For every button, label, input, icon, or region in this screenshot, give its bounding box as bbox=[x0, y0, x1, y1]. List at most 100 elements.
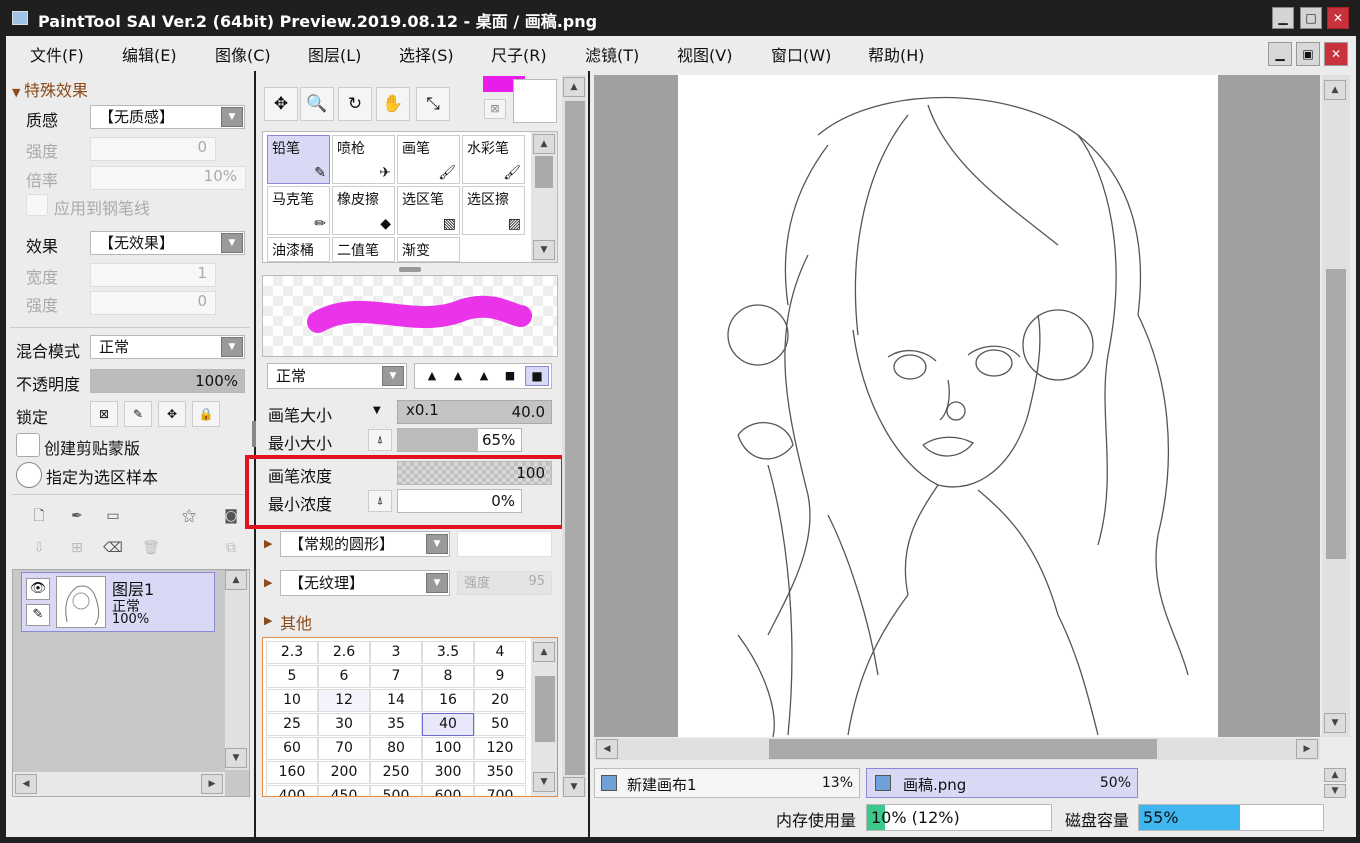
size-preset-button[interactable]: 9 bbox=[474, 665, 526, 688]
menu-file[interactable]: 文件(F) bbox=[30, 42, 84, 66]
menu-help[interactable]: 帮助(H) bbox=[868, 42, 925, 66]
expand-arrow-icon[interactable]: ▶ bbox=[264, 537, 272, 550]
clip-mask-checkbox[interactable] bbox=[16, 433, 40, 457]
effects-header[interactable]: ▼ 特殊效果 bbox=[12, 77, 88, 101]
chevron-down-icon[interactable]: ▼ bbox=[221, 233, 243, 253]
size-preset-button[interactable]: 200 bbox=[318, 761, 370, 784]
size-preset-button[interactable]: 6 bbox=[318, 665, 370, 688]
tip-sharp-icon[interactable]: ▲ bbox=[421, 367, 443, 385]
min-size-slider[interactable]: 65% bbox=[397, 428, 522, 452]
brush-watercolor[interactable]: 水彩笔 🖌 bbox=[462, 135, 525, 184]
menu-view[interactable]: 视图(V) bbox=[677, 42, 732, 66]
chevron-down-icon[interactable]: ▼ bbox=[382, 366, 404, 386]
brush-shape-param[interactable] bbox=[457, 531, 552, 557]
brush-grid-resize-grip[interactable] bbox=[399, 267, 421, 272]
scroll-down-icon[interactable]: ▼ bbox=[225, 748, 247, 768]
scroll-right-icon[interactable]: ▶ bbox=[201, 774, 223, 794]
size-preset-button[interactable]: 3.5 bbox=[422, 641, 474, 664]
scroll-down-icon[interactable]: ▼ bbox=[533, 772, 555, 792]
texture-strength-field[interactable]: 强度 95 bbox=[457, 571, 552, 595]
layer-item[interactable]: 👁 ✎ 图层1 正常 100% bbox=[21, 572, 215, 632]
lock-transparency-icon[interactable]: ⊠ bbox=[90, 401, 118, 427]
canvas-hscroll-thumb[interactable] bbox=[769, 739, 1157, 759]
trash-icon[interactable]: 🗑 bbox=[140, 537, 162, 559]
size-preset-button[interactable]: 400 bbox=[266, 785, 318, 796]
lock-move-icon[interactable]: ✥ bbox=[158, 401, 186, 427]
size-scroll-thumb[interactable] bbox=[535, 676, 555, 742]
scroll-right-icon[interactable]: ▶ bbox=[1296, 739, 1318, 759]
size-preset-button[interactable]: 300 bbox=[422, 761, 474, 784]
chevron-down-icon[interactable]: ▼ bbox=[221, 107, 243, 127]
menu-select[interactable]: 选择(S) bbox=[399, 42, 454, 66]
size-preset-button[interactable]: 20 bbox=[474, 689, 526, 712]
menu-ruler[interactable]: 尺子(R) bbox=[491, 42, 547, 66]
size-preset-button[interactable]: 160 bbox=[266, 761, 318, 784]
tabs-scroll-up-icon[interactable]: ▲ bbox=[1324, 768, 1346, 782]
selection-sample-radio[interactable] bbox=[16, 462, 42, 488]
size-preset-button[interactable]: 3 bbox=[370, 641, 422, 664]
merge-down-icon[interactable]: ⇩ bbox=[28, 537, 50, 559]
size-preset-button[interactable]: 2.6 bbox=[318, 641, 370, 664]
strength2-field[interactable]: 0 bbox=[90, 291, 216, 315]
hand-icon[interactable]: ✋ bbox=[376, 87, 410, 121]
size-preset-button[interactable]: 50 bbox=[474, 713, 526, 736]
brush-selection-eraser[interactable]: 选区擦 ▨ bbox=[462, 186, 525, 235]
brush-pencil[interactable]: 铅笔 ✎ bbox=[267, 135, 330, 184]
apply-pen-checkbox[interactable] bbox=[26, 194, 48, 216]
new-pen-layer-icon[interactable]: ✒ bbox=[66, 505, 88, 527]
tip-soft-icon[interactable]: ▲ bbox=[473, 367, 495, 385]
lock-all-icon[interactable]: 🔒 bbox=[192, 401, 220, 427]
drawing-canvas[interactable] bbox=[678, 75, 1218, 737]
expand-arrow-icon[interactable]: ▶ bbox=[264, 576, 272, 589]
eyedropper-icon[interactable]: ⤡ bbox=[416, 87, 450, 121]
size-preset-button[interactable]: 35 bbox=[370, 713, 422, 736]
scroll-up-icon[interactable]: ▲ bbox=[533, 642, 555, 662]
lock-draw-icon[interactable]: ✎ bbox=[124, 401, 152, 427]
minimize-icon[interactable]: ▁ bbox=[1272, 7, 1294, 29]
pressure-size-icon[interactable]: ⍋ bbox=[368, 429, 392, 451]
layer-effect-icon[interactable]: ⚝ bbox=[178, 505, 200, 527]
combine-layer-icon[interactable]: ⊞ bbox=[66, 537, 88, 559]
tip-square-icon[interactable]: ■ bbox=[525, 366, 549, 386]
scroll-up-icon[interactable]: ▲ bbox=[533, 134, 555, 154]
scroll-up-icon[interactable]: ▲ bbox=[1324, 80, 1346, 100]
scroll-down-icon[interactable]: ▼ bbox=[1324, 713, 1346, 733]
clear-layer-icon[interactable]: ⌫ bbox=[102, 537, 124, 559]
move-icon[interactable]: ✥ bbox=[264, 87, 298, 121]
scroll-left-icon[interactable]: ◀ bbox=[596, 739, 618, 759]
strength-field[interactable]: 0 bbox=[90, 137, 216, 161]
size-preset-button[interactable]: 100 bbox=[422, 737, 474, 760]
chevron-down-icon[interactable]: ▼ bbox=[221, 337, 243, 357]
layer-scrollbar[interactable] bbox=[225, 570, 249, 770]
brush-eraser[interactable]: 橡皮擦 ◆ bbox=[332, 186, 395, 235]
size-preset-button[interactable]: 250 bbox=[370, 761, 422, 784]
close-icon[interactable]: ✕ bbox=[1327, 7, 1349, 29]
size-preset-button[interactable]: 5 bbox=[266, 665, 318, 688]
size-preset-button[interactable]: 16 bbox=[422, 689, 474, 712]
scroll-down-icon[interactable]: ▼ bbox=[563, 777, 585, 797]
opacity-slider[interactable]: 100% bbox=[90, 369, 245, 393]
canvas-vscroll-thumb[interactable] bbox=[1326, 269, 1346, 559]
other-header[interactable]: 其他 bbox=[280, 610, 312, 634]
scroll-up-icon[interactable]: ▲ bbox=[225, 570, 247, 590]
zoom-icon[interactable]: 🔍 bbox=[300, 87, 334, 121]
panel-scroll-thumb[interactable] bbox=[565, 101, 585, 775]
menu-filter[interactable]: 滤镜(T) bbox=[585, 42, 639, 66]
size-preset-button[interactable]: 30 bbox=[318, 713, 370, 736]
scroll-up-icon[interactable]: ▲ bbox=[563, 77, 585, 97]
size-preset-button[interactable]: 14 bbox=[370, 689, 422, 712]
brush-gradient[interactable]: 渐变 bbox=[397, 237, 460, 262]
size-range-dropdown-icon[interactable]: ▼ bbox=[373, 405, 381, 416]
chevron-down-icon[interactable]: ▼ bbox=[426, 534, 448, 554]
menu-layer[interactable]: 图层(L) bbox=[308, 42, 361, 66]
brush-scroll-thumb[interactable] bbox=[535, 156, 553, 188]
layer-hscrollbar[interactable] bbox=[13, 772, 225, 796]
scale-field[interactable]: 10% bbox=[90, 166, 246, 190]
scroll-down-icon[interactable]: ▼ bbox=[533, 240, 555, 260]
pressure-density-icon[interactable]: ⍋ bbox=[368, 490, 392, 512]
min-density-slider[interactable]: 0% bbox=[397, 489, 522, 513]
size-preset-button[interactable]: 350 bbox=[474, 761, 526, 784]
tip-round-icon[interactable]: ▲ bbox=[447, 367, 469, 385]
brush-selection-pen[interactable]: 选区笔 ▧ bbox=[397, 186, 460, 235]
menu-image[interactable]: 图像(C) bbox=[215, 42, 271, 66]
